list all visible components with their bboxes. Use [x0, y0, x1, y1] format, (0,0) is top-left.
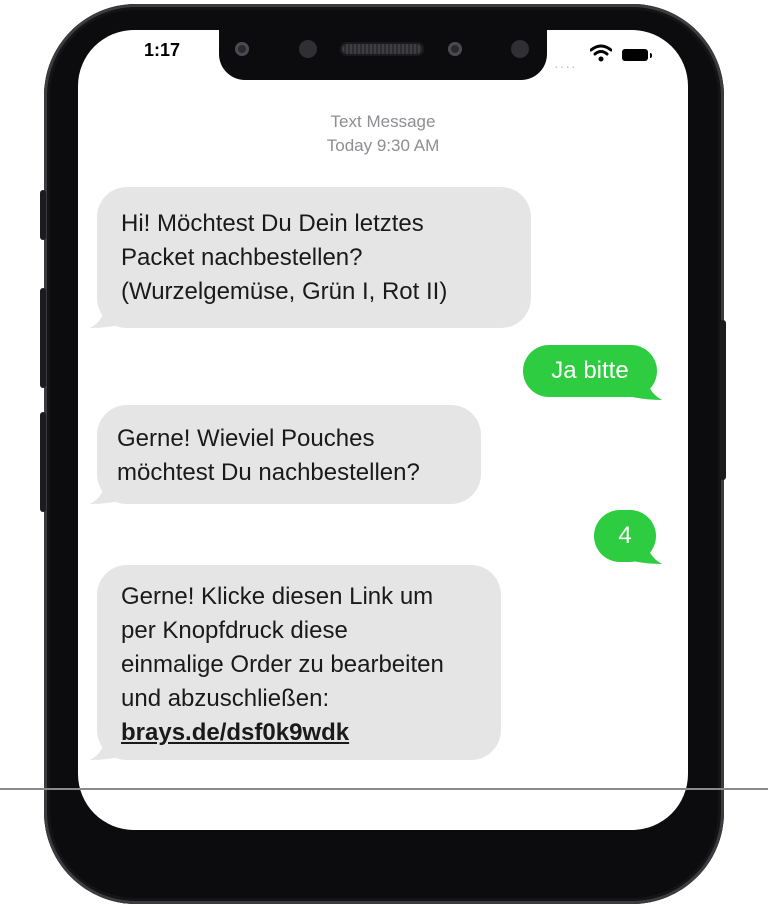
message-incoming: Hi! Möchtest Du Dein letztes Packet nach…: [97, 187, 531, 328]
thread-timestamp: Today 9:30 AM: [326, 136, 440, 155]
message-line: und abzuschließen:: [121, 685, 330, 712]
side-button-volume-down: [40, 412, 46, 512]
proximity-sensor-icon: [299, 40, 317, 58]
message-line: einmalige Order zu bearbeiten: [121, 651, 444, 678]
wifi-icon: [590, 44, 612, 62]
message-text: Ja bitte: [551, 357, 629, 384]
message-line: Gerne! Klicke diesen Link um: [121, 583, 434, 610]
message-incoming: Gerne! Wieviel Pouches möchtest Du nachb…: [97, 405, 481, 504]
divider: [0, 788, 768, 790]
message-incoming: Gerne! Klicke diesen Link um per Knopfdr…: [97, 565, 501, 760]
message-line: Gerne! Wieviel Pouches: [117, 425, 375, 452]
message-line: (Wurzelgemüse, Grün I, Rot II): [121, 278, 448, 305]
speaker-grille: [340, 42, 424, 56]
side-button-volume-up: [40, 288, 46, 388]
message-outgoing: 4: [594, 510, 656, 562]
message-line: Hi! Möchtest Du Dein letztes: [121, 210, 424, 237]
sensor-icon: [235, 42, 249, 56]
message-line: möchtest Du nachbestellen?: [117, 459, 420, 486]
status-time: 1:17: [144, 40, 181, 60]
thread-service: Text Message: [330, 112, 436, 131]
side-button-mute: [40, 190, 46, 240]
battery-icon: [622, 49, 652, 61]
front-camera-icon: [448, 42, 462, 56]
message-text: 4: [618, 522, 632, 549]
message-line: per Knopfdruck diese: [121, 617, 348, 644]
notch: [219, 30, 547, 80]
message-link[interactable]: brays.de/dsf0k9wdk: [121, 716, 444, 750]
message-outgoing: Ja bitte: [523, 345, 657, 397]
side-button-power: [720, 320, 726, 480]
signal-icon: ····: [554, 58, 577, 74]
message-line: Packet nachbestellen?: [121, 244, 363, 271]
dot-projector-icon: [511, 40, 529, 58]
